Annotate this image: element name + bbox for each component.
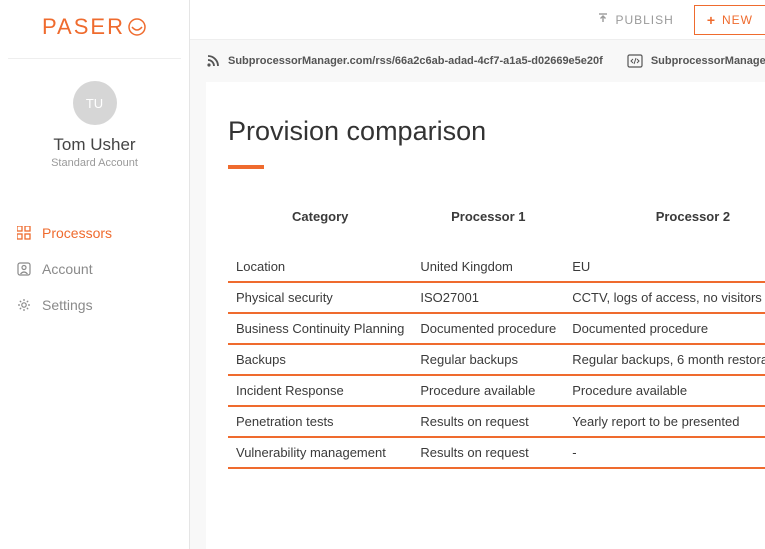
table-row: BackupsRegular backupsRegular backups, 6… bbox=[228, 344, 765, 375]
table-row: Incident ResponseProcedure availableProc… bbox=[228, 375, 765, 406]
sidebar-item-label: Settings bbox=[42, 297, 93, 313]
table-row: Physical securityISO27001CCTV, logs of a… bbox=[228, 282, 765, 313]
table-row: Business Continuity PlanningDocumented p… bbox=[228, 313, 765, 344]
topbar: PUBLISH + NEW bbox=[190, 0, 765, 40]
code-page-icon bbox=[627, 54, 643, 68]
logo: PASER bbox=[42, 14, 147, 40]
linkbar: SubprocessorManager.com/rss/66a2c6ab-ada… bbox=[190, 40, 765, 82]
publish-button[interactable]: PUBLISH bbox=[587, 6, 683, 33]
logo-text: PASER bbox=[42, 14, 125, 40]
rss-link[interactable]: SubprocessorManager.com/rss/66a2c6ab-ada… bbox=[206, 54, 603, 68]
page-link[interactable]: SubprocessorManager.com/pag bbox=[627, 54, 765, 68]
sidebar: PASER TU Tom Usher Standard Account Proc… bbox=[0, 0, 190, 549]
table-wrap: Category Processor 1 Processor 2 Locatio… bbox=[228, 195, 765, 469]
logo-wrap: PASER bbox=[8, 0, 181, 59]
gear-icon bbox=[16, 297, 32, 313]
page-url: SubprocessorManager.com/pag bbox=[651, 55, 765, 67]
sidebar-item-label: Account bbox=[42, 261, 93, 277]
grid-icon bbox=[16, 225, 32, 241]
comparison-table: Category Processor 1 Processor 2 Locatio… bbox=[228, 195, 765, 469]
rss-url: SubprocessorManager.com/rss/66a2c6ab-ada… bbox=[228, 55, 603, 67]
account-type: Standard Account bbox=[0, 157, 189, 169]
table-row: LocationUnited KingdomEU bbox=[228, 252, 765, 282]
upload-icon bbox=[597, 12, 609, 27]
sidebar-item-account[interactable]: Account bbox=[10, 251, 179, 287]
username: Tom Usher bbox=[0, 135, 189, 155]
avatar: TU bbox=[73, 81, 117, 125]
page-title: Provision comparison bbox=[228, 116, 765, 147]
table-row: Vulnerability managementResults on reque… bbox=[228, 437, 765, 468]
sidebar-item-settings[interactable]: Settings bbox=[10, 287, 179, 323]
main: PUBLISH + NEW SubprocessorManager.com/rs… bbox=[190, 0, 765, 549]
sidebar-item-processors[interactable]: Processors bbox=[10, 215, 179, 251]
new-label: NEW bbox=[722, 13, 753, 27]
publish-label: PUBLISH bbox=[615, 13, 673, 27]
table-header: Category bbox=[228, 195, 412, 252]
plus-icon: + bbox=[707, 12, 716, 28]
rss-icon bbox=[206, 54, 220, 68]
logo-circle-icon bbox=[127, 17, 147, 37]
table-header: Processor 2 bbox=[564, 195, 765, 252]
table-header: Processor 1 bbox=[412, 195, 564, 252]
content: Provision comparison Category Processor … bbox=[206, 82, 765, 549]
sidebar-item-label: Processors bbox=[42, 225, 112, 241]
avatar-initials: TU bbox=[86, 96, 103, 111]
title-underline bbox=[228, 165, 264, 169]
new-button[interactable]: + NEW bbox=[694, 5, 765, 35]
nav: Processors Account Settings bbox=[0, 215, 189, 323]
profile: TU Tom Usher Standard Account bbox=[0, 59, 189, 185]
user-icon bbox=[16, 261, 32, 277]
table-row: Penetration testsResults on requestYearl… bbox=[228, 406, 765, 437]
